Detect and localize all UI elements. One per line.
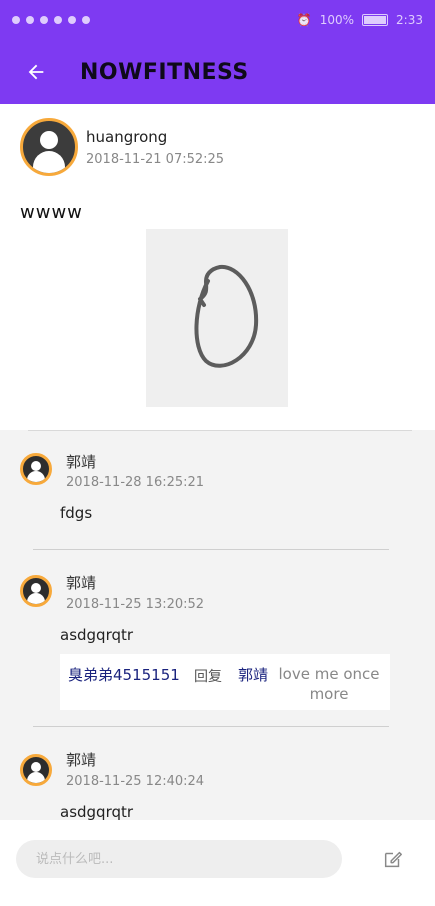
reply-message: love me once more: [278, 665, 380, 703]
reply-target[interactable]: 郭靖: [238, 664, 268, 685]
comment-author[interactable]: 郭靖: [66, 451, 96, 472]
avatar-head: [31, 461, 41, 471]
comment-timestamp: 2018-11-28 16:25:21: [66, 475, 205, 490]
post-text: wwww: [20, 202, 83, 223]
battery-percent: 100%: [319, 13, 355, 27]
page-title: NOWFITNESS: [80, 59, 249, 85]
avatar[interactable]: [20, 575, 52, 607]
status-icons-right: ⏰ 100% 2:33: [297, 13, 423, 27]
signal-icon: [12, 16, 20, 24]
comment-author[interactable]: 郭靖: [66, 572, 96, 593]
avatar-body: [27, 471, 45, 482]
comment-text: asdgqrqtr: [60, 626, 134, 644]
status-bar: ⏰ 100% 2:33: [0, 0, 435, 40]
reply-box[interactable]: 臭弟弟4515151 回复 郭靖 love me once more: [60, 654, 390, 710]
avatar[interactable]: [20, 453, 52, 485]
comment-bar: [0, 820, 435, 906]
comment-timestamp: 2018-11-25 13:20:52: [66, 597, 205, 612]
battery-icon: [362, 14, 389, 26]
reply-author[interactable]: 臭弟弟4515151: [68, 664, 180, 685]
avatar-head: [31, 583, 41, 593]
compose-icon[interactable]: [380, 846, 406, 872]
notification-icon: [54, 16, 62, 24]
post-timestamp: 2018-11-21 07:52:25: [86, 151, 225, 167]
avatar[interactable]: [20, 754, 52, 786]
notification-icon: [82, 16, 90, 24]
reply-label: 回复: [194, 669, 222, 685]
edit-icon[interactable]: [382, 848, 404, 870]
comment-text: fdgs: [60, 504, 93, 522]
avatar-body: [27, 772, 45, 783]
status-time: 2:33: [396, 13, 423, 27]
post-header: huangrong 2018-11-21 07:52:25: [20, 118, 224, 176]
post-image[interactable]: [146, 229, 288, 407]
divider: [33, 726, 389, 727]
avatar[interactable]: [20, 118, 78, 176]
post-meta: huangrong 2018-11-21 07:52:25: [86, 128, 224, 167]
status-icons-left: [12, 16, 90, 24]
comments-list[interactable]: 郭靖 2018-11-28 16:25:21 fdgs 郭靖 2018-11-2…: [0, 430, 435, 820]
notification-icon: [68, 16, 76, 24]
divider: [33, 549, 389, 550]
app-toolbar: NOWFITNESS: [0, 40, 435, 104]
comment-timestamp: 2018-11-25 12:40:24: [66, 774, 205, 789]
avatar-head: [40, 131, 58, 149]
divider: [28, 430, 412, 431]
avatar-body: [33, 151, 65, 173]
wifi-icon: [26, 16, 34, 24]
comment-author[interactable]: 郭靖: [66, 749, 96, 770]
arrow-left-icon[interactable]: [25, 61, 47, 83]
comment-text: asdgqrqtr: [60, 803, 134, 820]
avatar-body: [27, 593, 45, 604]
drawing-image: [194, 264, 259, 368]
post-username[interactable]: huangrong: [86, 128, 224, 146]
avatar-head: [31, 762, 41, 772]
alarm-icon: ⏰: [296, 13, 312, 27]
back-arrow-icon[interactable]: [8, 40, 64, 104]
comment-input[interactable]: [16, 840, 342, 878]
notification-icon: [40, 16, 48, 24]
